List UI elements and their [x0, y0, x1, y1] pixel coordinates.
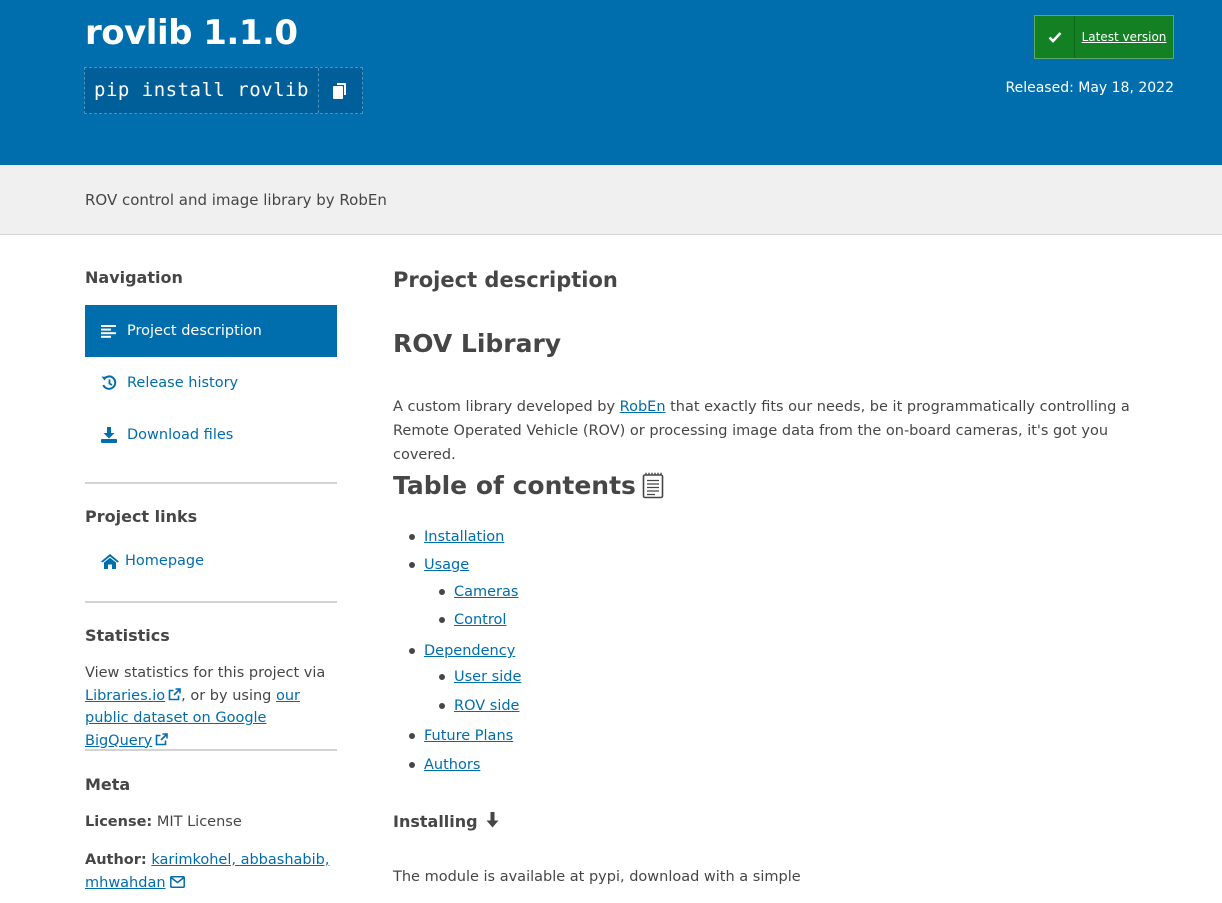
project-description-heading: Project description [393, 268, 618, 292]
project-links-heading: Project links [85, 507, 198, 526]
homepage-link[interactable]: Homepage [101, 553, 204, 569]
toc-link-rov-side[interactable]: ROV side [454, 698, 519, 714]
toc-heading-row: Table of contents [393, 471, 664, 500]
homepage-label: Homepage [125, 553, 205, 569]
toc-item: Authors [409, 757, 480, 773]
check-icon [1035, 16, 1075, 58]
package-header: rovlib 1.1.0 pip install rovlib Latest v… [0, 0, 1222, 165]
package-summary: ROV control and image library by RobEn [0, 165, 1222, 235]
copy-button[interactable] [317, 68, 362, 113]
sidebar-divider [85, 601, 337, 603]
bullet [409, 562, 415, 568]
download-icon [101, 427, 127, 443]
toc-heading: Table of contents [393, 471, 636, 500]
nav-project-description[interactable]: Project description [85, 305, 337, 357]
statistics-intro: View statistics for this project via [85, 665, 326, 681]
home-icon [101, 553, 119, 569]
copy-icon [333, 82, 347, 99]
roben-link[interactable]: RobEn [620, 399, 666, 415]
statistics-middle: , or by using [181, 687, 272, 704]
toc-link-usage[interactable]: Usage [424, 557, 469, 573]
toc-link-dependency[interactable]: Dependency [424, 643, 515, 659]
installing-heading-row: Installing [393, 812, 499, 831]
toc-item: User side [439, 669, 521, 685]
statistics-text: View statistics for this project via Lib… [85, 662, 337, 752]
latest-version-button[interactable]: Latest version [1034, 15, 1174, 59]
toc-link-control[interactable]: Control [454, 612, 506, 628]
toc-item: Future Plans [409, 728, 513, 744]
author-line: Author: karimkohel, abbashabib, mhwahdan [85, 849, 337, 894]
bullet [409, 648, 415, 654]
history-icon [101, 375, 127, 391]
align-left-icon [101, 324, 127, 338]
statistics-heading: Statistics [85, 626, 170, 645]
meta-heading: Meta [85, 775, 131, 794]
down-arrow-icon [486, 812, 499, 828]
bullet [409, 534, 415, 540]
author-label: Author: [85, 852, 147, 868]
bullet [409, 762, 415, 768]
toc-item: Control [439, 612, 506, 628]
intro-text: A custom library developed by [393, 399, 616, 415]
nav-release-history[interactable]: Release history [85, 357, 337, 409]
pip-install-box: pip install rovlib [84, 67, 363, 114]
sidebar-divider [85, 482, 337, 484]
nav-label: Release history [127, 375, 239, 391]
toc-item: ROV side [439, 698, 519, 714]
toc-link-future-plans[interactable]: Future Plans [424, 728, 513, 744]
bullet [439, 617, 445, 623]
toc-link-user-side[interactable]: User side [454, 669, 521, 685]
nav-label: Download files [127, 427, 234, 443]
nav-download-files[interactable]: Download files [85, 409, 337, 461]
libraries-io-link[interactable]: Libraries.io [85, 688, 181, 704]
toc-link-authors[interactable]: Authors [424, 757, 480, 773]
toc-item: Cameras [439, 584, 518, 600]
external-link-icon [168, 687, 181, 700]
notepad-icon [642, 472, 664, 499]
toc-item: Installation [409, 529, 504, 545]
navigation-heading: Navigation [85, 268, 183, 287]
envelope-icon [169, 875, 185, 888]
toc-link-installation[interactable]: Installation [424, 529, 504, 545]
external-link-icon [155, 732, 169, 745]
license-label: License: [85, 814, 153, 830]
bullet [439, 703, 445, 709]
toc-link-cameras[interactable]: Cameras [454, 584, 518, 600]
bullet [439, 589, 445, 595]
bullet [439, 674, 445, 680]
library-heading: ROV Library [393, 329, 562, 358]
pip-command[interactable]: pip install rovlib [85, 68, 318, 113]
libraries-io-label: Libraries.io [85, 687, 166, 704]
package-title: rovlib 1.1.0 [85, 13, 298, 53]
nav-label: Project description [127, 323, 262, 339]
toc-item: Usage [409, 557, 469, 573]
installing-text: The module is available at pypi, downloa… [393, 869, 801, 885]
release-date: Released: May 18, 2022 [1005, 80, 1175, 96]
installing-heading: Installing [393, 812, 478, 831]
sidebar-divider [85, 749, 337, 751]
latest-version-label: Latest version [1081, 30, 1167, 44]
bullet [409, 733, 415, 739]
license-value: MIT License [156, 814, 242, 830]
intro-paragraph: A custom library developed by RobEn that… [393, 395, 1133, 467]
license-line: License: MIT License [85, 811, 337, 834]
toc-item: Dependency [409, 643, 515, 659]
